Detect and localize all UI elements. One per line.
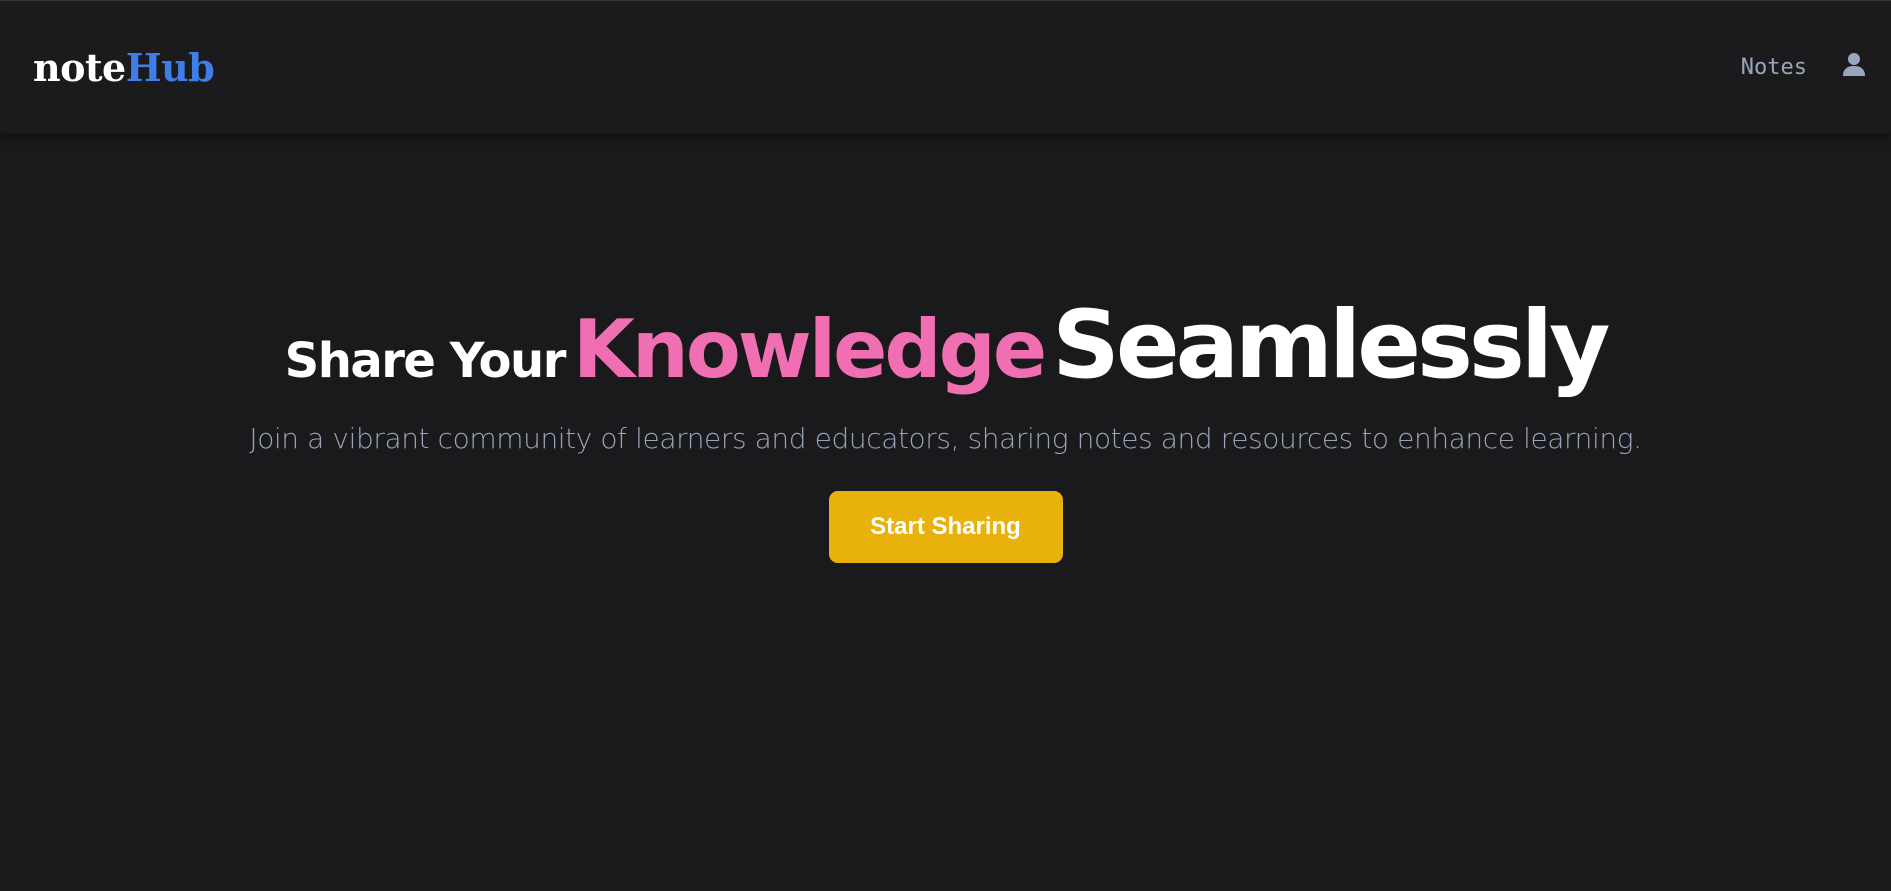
headline-share-your: Share Your bbox=[284, 333, 567, 389]
logo[interactable]: noteHub bbox=[33, 44, 215, 90]
logo-text-hub: Hub bbox=[125, 44, 215, 90]
hero-section: Share Your Knowledge Seamlessly Join a v… bbox=[0, 291, 1891, 563]
nav-link-notes[interactable]: Notes bbox=[1741, 55, 1807, 80]
logo-text-note: note bbox=[33, 44, 126, 90]
nav-links: Notes bbox=[1741, 51, 1867, 80]
hero-headline: Share Your Knowledge Seamlessly bbox=[0, 291, 1891, 400]
start-sharing-button[interactable]: Start Sharing bbox=[828, 491, 1063, 563]
navbar: noteHub Notes bbox=[0, 1, 1891, 133]
page: noteHub Notes Share Your Knowledge Seaml… bbox=[0, 0, 1891, 891]
user-icon[interactable] bbox=[1841, 51, 1867, 77]
headline-seamlessly: Seamlessly bbox=[1052, 291, 1610, 400]
headline-knowledge: Knowledge bbox=[572, 303, 1047, 396]
hero-subtitle: Join a vibrant community of learners and… bbox=[249, 422, 1642, 455]
